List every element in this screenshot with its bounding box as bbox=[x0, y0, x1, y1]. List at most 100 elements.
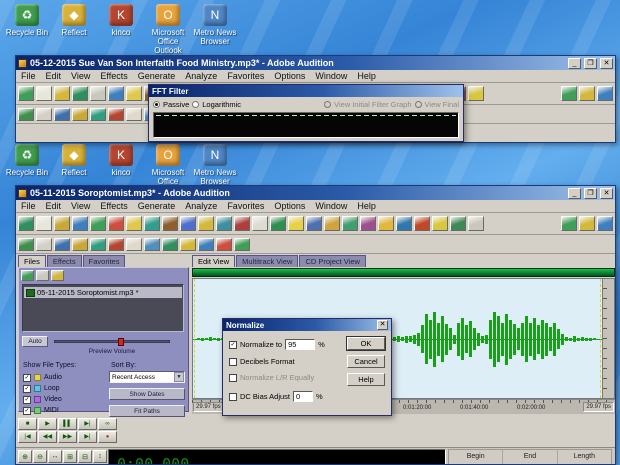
desktop-icon[interactable]: ◆ Reflect bbox=[51, 4, 97, 37]
zoom-button[interactable]: ⊞ bbox=[63, 450, 77, 463]
preview-volume-slider[interactable] bbox=[54, 338, 170, 346]
toolbar-icon[interactable] bbox=[342, 216, 358, 231]
zoom-button[interactable]: ↔ bbox=[48, 450, 62, 463]
toolbar-icon[interactable] bbox=[198, 216, 214, 231]
desktop-icon[interactable]: N Metro News Browser bbox=[192, 4, 238, 46]
overview-bar[interactable] bbox=[192, 268, 615, 277]
toolbar-icon[interactable] bbox=[18, 237, 34, 251]
normalize-to-checkbox[interactable]: ✓ bbox=[229, 340, 237, 349]
menu-file[interactable]: File bbox=[16, 71, 41, 81]
checkbox-loop[interactable]: ✓ bbox=[23, 384, 31, 393]
sort-by-dropdown[interactable]: Recent Access ▼ bbox=[109, 371, 185, 383]
minimize-button[interactable]: _ bbox=[568, 57, 581, 69]
toolbar-icon[interactable] bbox=[450, 216, 466, 231]
toolbar-icon[interactable] bbox=[234, 237, 250, 251]
close-button[interactable]: ✕ bbox=[600, 187, 613, 199]
menu-effects[interactable]: Effects bbox=[95, 71, 132, 81]
close-button[interactable]: ✕ bbox=[600, 57, 613, 69]
checkbox-audio[interactable]: ✓ bbox=[23, 373, 31, 382]
menu-generate[interactable]: Generate bbox=[133, 71, 181, 81]
toolbar-icon[interactable] bbox=[36, 237, 52, 251]
window-title-bar[interactable]: 05-12-2015 Sue Van Son Interfaith Food M… bbox=[16, 56, 615, 70]
logarithmic-radio[interactable] bbox=[192, 101, 200, 108]
fft-dialog-title-bar[interactable]: FFT Filter bbox=[149, 85, 463, 97]
transport-button[interactable]: ▶| bbox=[78, 431, 97, 443]
cancel-button[interactable]: Cancel bbox=[347, 355, 385, 368]
desktop-icon[interactable]: N Metro News Browser bbox=[192, 144, 238, 186]
toolbar-icon[interactable] bbox=[72, 237, 88, 251]
toolbar-icon[interactable] bbox=[90, 107, 106, 121]
menu-options[interactable]: Options bbox=[269, 71, 310, 81]
toolbar-icon[interactable] bbox=[108, 216, 124, 231]
toolbar-icon[interactable] bbox=[90, 86, 106, 101]
window-title-bar[interactable]: 05-11-2015 Soroptomist.mp3* - Adobe Audi… bbox=[16, 186, 615, 200]
zoom-button[interactable]: ⊟ bbox=[78, 450, 92, 463]
toolbar-icon[interactable] bbox=[21, 270, 34, 281]
dc-bias-adjust-checkbox[interactable] bbox=[229, 392, 237, 401]
close-icon[interactable]: ✕ bbox=[377, 320, 388, 330]
menu-favorites[interactable]: Favorites bbox=[222, 201, 269, 211]
toolbar-icon[interactable] bbox=[378, 216, 394, 231]
toolbar-icon[interactable] bbox=[126, 237, 142, 251]
toolbar-icon[interactable] bbox=[54, 237, 70, 251]
menu-window[interactable]: Window bbox=[310, 201, 352, 211]
show-dates-button[interactable]: Show Dates bbox=[109, 388, 185, 400]
toolbar-icon[interactable] bbox=[54, 107, 70, 121]
toolbar-icon[interactable] bbox=[51, 270, 64, 281]
toolbar-icon[interactable] bbox=[216, 237, 232, 251]
menu-favorites[interactable]: Favorites bbox=[222, 71, 269, 81]
selection-edge-left[interactable] bbox=[194, 279, 195, 398]
zoom-button[interactable]: ⊕ bbox=[18, 450, 32, 463]
toolbar-icon[interactable] bbox=[126, 86, 142, 101]
desktop-icon[interactable]: Kkinco bbox=[98, 144, 144, 177]
toolbar-icon[interactable] bbox=[597, 86, 613, 101]
transport-button[interactable]: ▶▶ bbox=[58, 431, 77, 443]
desktop-icon[interactable]: ♻ Recycle Bin bbox=[4, 4, 50, 37]
tab-edit-view[interactable]: Edit View bbox=[192, 255, 236, 267]
zoom-button[interactable]: ⊖ bbox=[33, 450, 47, 463]
transport-button[interactable]: ▶| bbox=[78, 418, 97, 430]
chevron-down-icon[interactable]: ▼ bbox=[174, 372, 184, 382]
menu-generate[interactable]: Generate bbox=[133, 201, 181, 211]
toolbar-icon[interactable] bbox=[36, 86, 52, 101]
toolbar-icon[interactable] bbox=[432, 216, 448, 231]
toolbar-icon[interactable] bbox=[72, 216, 88, 231]
toolbar-icon[interactable] bbox=[324, 216, 340, 231]
auto-play-button[interactable]: Auto bbox=[22, 336, 48, 347]
toolbar-icon[interactable] bbox=[108, 107, 124, 121]
toolbar-icon[interactable] bbox=[90, 216, 106, 231]
fit-paths-button[interactable]: Fit Paths bbox=[109, 405, 185, 417]
tab-cd-project-view[interactable]: CD Project View bbox=[299, 255, 366, 267]
menu-window[interactable]: Window bbox=[310, 71, 352, 81]
menu-options[interactable]: Options bbox=[269, 201, 310, 211]
menu-file[interactable]: File bbox=[16, 201, 41, 211]
toolbar-icon[interactable] bbox=[126, 107, 142, 121]
toolbar-icon[interactable] bbox=[288, 216, 304, 231]
menu-help[interactable]: Help bbox=[352, 71, 381, 81]
transport-button[interactable]: ∞ bbox=[98, 418, 117, 430]
toolbar-icon[interactable] bbox=[144, 216, 160, 231]
menu-view[interactable]: View bbox=[66, 201, 95, 211]
toolbar-icon[interactable] bbox=[414, 216, 430, 231]
toolbar-icon[interactable] bbox=[162, 237, 178, 251]
transport-button[interactable]: ▶ bbox=[38, 418, 57, 430]
toolbar-icon[interactable] bbox=[36, 270, 49, 281]
desktop-icon[interactable]: Kkinco bbox=[98, 4, 144, 37]
toolbar-icon[interactable] bbox=[36, 216, 52, 231]
transport-button[interactable]: ■ bbox=[18, 418, 37, 430]
fft-filter-graph[interactable] bbox=[153, 112, 459, 138]
maximize-button[interactable]: ❐ bbox=[584, 57, 597, 69]
menu-help[interactable]: Help bbox=[352, 201, 381, 211]
normalize-dialog-title-bar[interactable]: Normalize ✕ bbox=[223, 319, 391, 331]
decibels-format-checkbox[interactable] bbox=[229, 357, 237, 366]
tab-effects[interactable]: Effects bbox=[46, 255, 82, 267]
toolbar-icon[interactable] bbox=[198, 237, 214, 251]
checkbox-midi[interactable]: ✓ bbox=[23, 406, 31, 415]
toolbar-icon[interactable] bbox=[561, 86, 577, 101]
toolbar-icon[interactable] bbox=[18, 216, 34, 231]
normalize-to-input[interactable] bbox=[285, 339, 316, 350]
dc-bias-input[interactable] bbox=[293, 391, 314, 402]
tab-files[interactable]: Files bbox=[18, 255, 46, 267]
toolbar-icon[interactable] bbox=[144, 237, 160, 251]
toolbar-icon[interactable] bbox=[468, 216, 484, 231]
